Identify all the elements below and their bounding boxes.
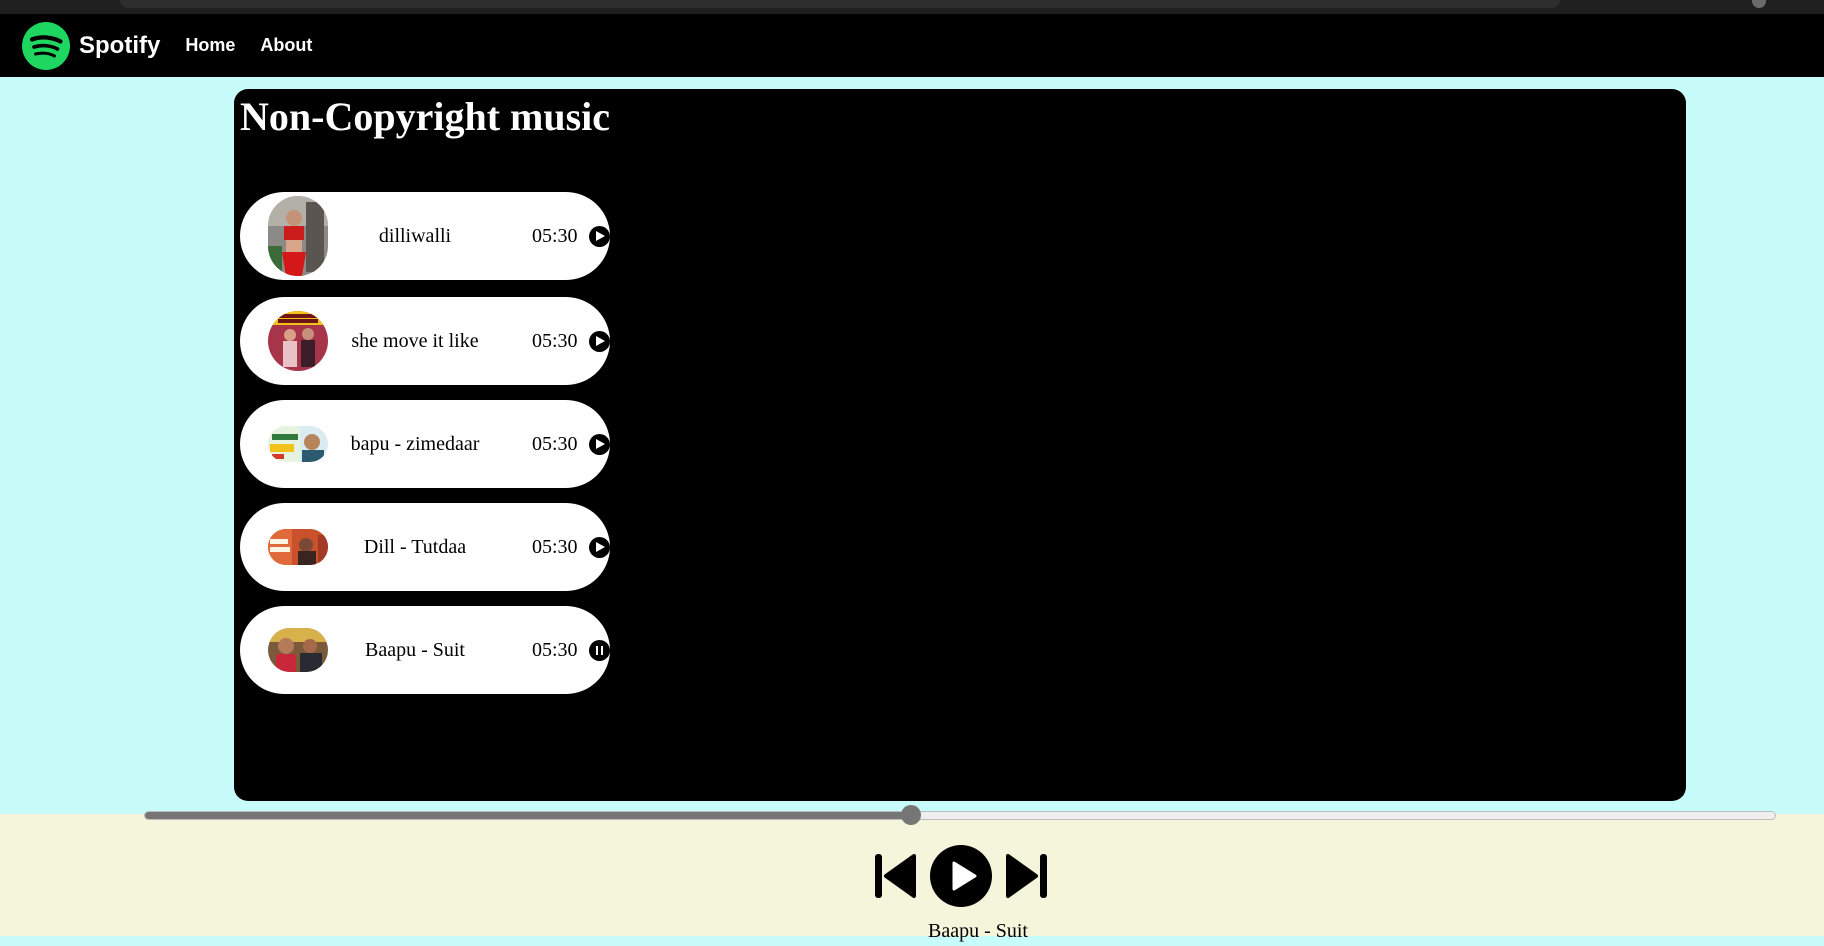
- song-duration: 05:30: [532, 433, 578, 455]
- song-item[interactable]: she move it like 05:30: [240, 297, 610, 385]
- page-title: Non-Copyright music: [240, 94, 611, 139]
- next-icon[interactable]: [1006, 853, 1048, 899]
- play-icon[interactable]: [589, 331, 610, 352]
- song-name: dilliwalli: [378, 225, 452, 247]
- spotify-logo-icon[interactable]: [22, 21, 70, 70]
- song-duration: 05:30: [532, 225, 578, 247]
- song-duration: 05:30: [532, 536, 578, 558]
- song-list-container: Non-Copyright music dilliwalli 05:30 she: [234, 89, 1686, 801]
- now-playing-title: Baapu - Suit: [928, 920, 1028, 942]
- album-cover-image: [268, 628, 328, 672]
- song-duration: 05:30: [532, 639, 578, 661]
- player-controls: [874, 845, 1047, 907]
- pause-icon[interactable]: [589, 640, 610, 661]
- album-cover-image: [268, 426, 328, 462]
- song-duration: 05:30: [532, 330, 578, 352]
- song-name: Dill - Tutdaa: [363, 536, 467, 558]
- navbar: Spotify Home About: [0, 14, 1824, 77]
- song-item[interactable]: Dill - Tutdaa 05:30: [240, 503, 610, 591]
- nav-link-about[interactable]: About: [260, 35, 312, 56]
- album-cover-image: [268, 529, 328, 565]
- play-icon[interactable]: [589, 537, 610, 558]
- album-cover-image: [268, 311, 328, 371]
- song-item[interactable]: Baapu - Suit 05:30: [240, 606, 610, 694]
- song-item[interactable]: dilliwalli 05:30: [240, 192, 610, 280]
- previous-icon[interactable]: [874, 853, 916, 899]
- nav-link-home[interactable]: Home: [185, 35, 235, 56]
- progress-slider-thumb[interactable]: [901, 805, 922, 825]
- song-item[interactable]: bapu - zimedaar 05:30: [240, 400, 610, 488]
- play-icon[interactable]: [589, 226, 610, 247]
- song-name: she move it like: [351, 330, 479, 352]
- brand-name[interactable]: Spotify: [79, 32, 160, 60]
- profile-icon: [1752, 0, 1766, 8]
- play-icon[interactable]: [930, 845, 992, 907]
- album-cover-image: [268, 196, 328, 276]
- progress-slider[interactable]: [144, 811, 1776, 820]
- address-bar-edge: [120, 0, 1560, 8]
- browser-chrome: [0, 0, 1824, 14]
- progress-fill: [145, 812, 912, 819]
- song-name: bapu - zimedaar: [350, 433, 480, 455]
- song-name: Baapu - Suit: [365, 639, 465, 661]
- play-icon[interactable]: [589, 434, 610, 455]
